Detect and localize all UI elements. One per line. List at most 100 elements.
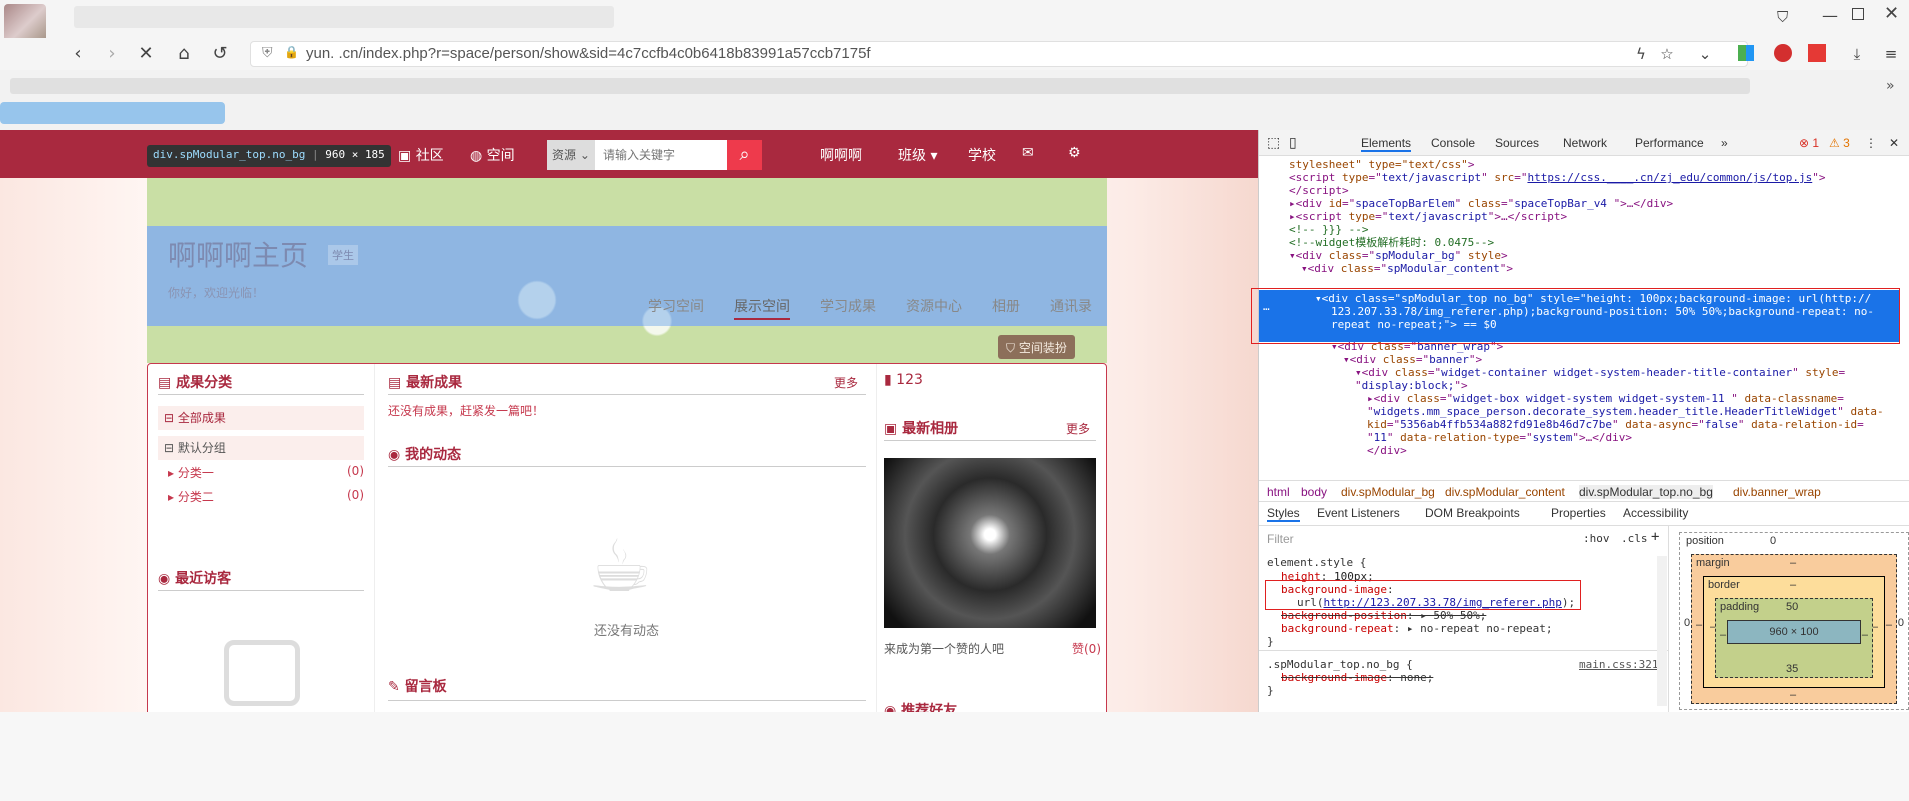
category-item[interactable]: ▸ 分类一 (0) [168,464,364,481]
dom-node[interactable]: ▾<div class="widget-container widget-sys… [1355,366,1845,379]
nav-school[interactable]: 学校 [968,145,996,165]
subtab-styles[interactable]: Styles [1267,506,1300,522]
crumb-spmodular-top[interactable]: div.spModular_top.no_bg [1579,485,1713,499]
shirt-icon[interactable]: ⛉ [1777,8,1797,28]
banner-tab-results[interactable]: 学习成果 [820,296,876,316]
album-photo[interactable] [884,458,1096,628]
dom-node[interactable]: </script> [1289,184,1349,197]
style-decl[interactable]: background-position: ▸ 50% 50%; [1281,609,1486,622]
crumb-banner-wrap[interactable]: div.banner_wrap [1733,485,1821,499]
tab-elements[interactable]: Elements [1361,136,1412,152]
blurred-bookmarks[interactable] [10,78,1750,94]
warn-count[interactable]: ⚠ 3 [1829,136,1850,150]
dom-node[interactable]: stylesheet" type="text/css"> [1289,158,1474,171]
inspect-icon[interactable]: ⬚ [1267,134,1280,151]
filter-input[interactable]: Filter [1267,532,1294,546]
adblock-icon[interactable] [1774,44,1792,62]
subtab-accessibility[interactable]: Accessibility [1623,506,1688,520]
tab-sources[interactable]: Sources [1495,136,1539,150]
download-icon[interactable]: ⤓ [1846,43,1868,65]
dom-node[interactable]: ▸<script type="text/javascript">…</scrip… [1289,210,1567,223]
tab-network[interactable]: Network [1563,136,1607,150]
style-rule[interactable]: element.style { [1267,556,1366,569]
close-icon[interactable]: ✕ [1884,3,1899,24]
nav-class[interactable]: 班级 ▾ [898,145,937,165]
dom-comment[interactable]: <!-- }}} --> [1289,223,1368,236]
kebab-menu-icon[interactable]: ⋮ [1865,136,1877,150]
nav-space[interactable]: ◍ 空间 [470,145,515,165]
style-rule[interactable]: .spModular_top.no_bg { [1267,658,1413,671]
subtab-dom-breakpoints[interactable]: DOM Breakpoints [1425,506,1520,520]
lightning-icon[interactable]: ϟ [1630,43,1652,65]
url-text[interactable]: yun. .cn/index.php?r=space/person/show&s… [306,45,871,62]
dom-comment[interactable]: <!--widget模板解析耗时: 0.0475--> [1289,236,1494,249]
dom-node[interactable]: "11" data-relation-type="system">…</div> [1367,431,1632,444]
chevron-down-icon[interactable]: ⌄ [1694,43,1716,65]
menu-icon[interactable]: ≡ [1880,43,1902,65]
crumb-spmodular-bg[interactable]: div.spModular_bg [1341,485,1435,499]
bookmarks-more-icon[interactable]: » [1886,78,1895,94]
device-icon[interactable]: ▯ [1289,134,1297,151]
dom-node[interactable]: ▾<div class="spModular_content"> [1301,262,1513,275]
subtab-properties[interactable]: Properties [1551,506,1606,520]
error-count[interactable]: ⊗ 1 [1799,136,1819,150]
more-tabs-icon[interactable]: » [1721,136,1728,150]
crumb-html[interactable]: html [1267,485,1290,499]
scrollbar[interactable] [1657,556,1667,706]
star-icon[interactable]: ☆ [1656,43,1678,65]
search-input[interactable] [597,140,727,170]
more-link[interactable]: 更多 [1066,420,1090,437]
restore-icon[interactable] [1852,8,1864,20]
nav-community[interactable]: ▣ 社区 [398,145,444,165]
shield-icon[interactable]: ⛨ [262,45,273,61]
dom-node[interactable]: "widgets.mm_space_person.decorate_system… [1367,405,1884,418]
apps-icon[interactable] [1738,45,1754,61]
forward-icon[interactable]: › [100,42,124,66]
gear-icon[interactable]: ⚙ [1068,145,1081,161]
tab-console[interactable]: Console [1431,136,1475,150]
banner-tab-contacts[interactable]: 通讯录 [1050,296,1092,316]
banner-tab-album[interactable]: 相册 [992,296,1020,316]
dom-node[interactable]: ▸<div id="spaceTopBarElem" class="spaceT… [1289,197,1673,210]
home-icon[interactable]: ⌂ [172,42,196,66]
dom-node[interactable]: kid="5356ab4ffb534a882fd91e8b46d7c7be" d… [1367,418,1864,431]
search-icon[interactable]: ⌕ [727,140,762,170]
crumb-spmodular-content[interactable]: div.spModular_content [1445,485,1565,499]
mail-icon[interactable]: ✉ [1022,145,1034,161]
search-category-select[interactable]: 资源 ⌄ [547,140,595,170]
dom-node[interactable]: ▾<div class="spModular_bg" style> [1289,249,1508,262]
hov-toggle[interactable]: :hov [1583,532,1610,545]
nav-user[interactable]: 啊啊啊 [820,145,862,165]
profile-name[interactable]: ▮ 123 [884,372,923,388]
dom-node[interactable]: <script type="text/javascript" src="http… [1289,171,1825,184]
decorate-button[interactable]: ⛉ 空间装扮 [998,335,1075,359]
banner-tab-resources[interactable]: 资源中心 [906,296,962,316]
crumb-body[interactable]: body [1301,485,1327,499]
tab-performance[interactable]: Performance [1635,136,1704,150]
category-item[interactable]: ▸ 分类二 (0) [168,488,364,505]
minimize-icon[interactable]: — [1822,6,1838,25]
default-group[interactable]: ⊟ 默认分组 [158,436,364,460]
refresh-icon[interactable]: ↺ [208,42,232,66]
like-button[interactable]: 赞(0) [1072,640,1101,657]
blurred-tab-title[interactable] [74,6,614,28]
dom-node[interactable]: </div> [1367,444,1407,457]
add-rule-icon[interactable]: + [1651,529,1659,545]
back-icon[interactable]: ‹ [66,42,90,66]
banner-tab-learning[interactable]: 学习空间 [648,296,704,316]
dom-node[interactable]: "display:block;"> [1355,379,1468,392]
css-source-link[interactable]: main.css:321 [1579,658,1658,671]
style-decl[interactable]: background-image: none; [1281,671,1433,684]
dom-node[interactable]: ▸<div class="widget-box widget-system wi… [1367,392,1844,405]
more-link[interactable]: 更多 [834,374,858,391]
all-achievements[interactable]: ⊟ 全部成果 [158,406,364,430]
dom-node[interactable]: ▾<div class="banner"> [1343,353,1482,366]
subtab-event-listeners[interactable]: Event Listeners [1317,506,1400,520]
banner-tab-showcase[interactable]: 展示空间 [734,296,790,320]
stop-icon[interactable]: ✕ [134,42,158,66]
close-devtools-icon[interactable]: ✕ [1889,136,1899,150]
fe-icon[interactable] [1808,44,1826,62]
blurred-bookmark-highlight[interactable] [0,102,225,124]
style-decl[interactable]: background-repeat: ▸ no-repeat no-repeat… [1281,622,1553,635]
cls-toggle[interactable]: .cls [1621,532,1648,545]
